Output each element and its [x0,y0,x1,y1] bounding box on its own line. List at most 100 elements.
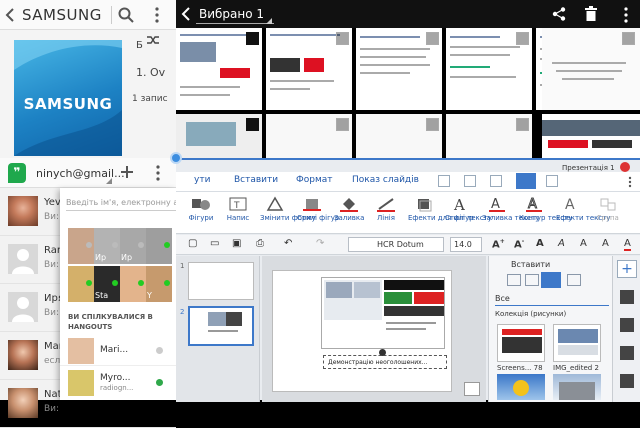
toolbar-mode-icon[interactable] [490,175,502,187]
shuffle-icon[interactable] [146,34,160,46]
slide-thumbnail[interactable] [188,262,254,300]
checkbox[interactable] [516,32,529,45]
slide-editing-canvas[interactable]: Демонстрацію неоголошених... [262,256,486,402]
toolbar-mode-icon-active[interactable] [516,173,536,189]
ribbon-button-textbox[interactable]: T Напис [223,196,253,222]
save-icon[interactable]: ▣ [232,238,241,249]
text-box-selected[interactable]: Демонстрацію неоголошених... [323,355,447,369]
slide-thumbnail-selected[interactable] [188,306,254,346]
ribbon-button-text-outline[interactable]: A Контур тексту [519,196,572,223]
checkbox[interactable] [426,118,439,131]
italic-text-icon[interactable]: A [558,238,565,249]
menu-tools[interactable]: ути [194,175,210,185]
contact-tile[interactable] [68,228,94,264]
ribbon-button-edit-shape[interactable]: Змінити форму [260,196,316,222]
track-title[interactable]: 1. Ov [136,66,165,79]
contact-tile[interactable]: Ир [120,228,146,264]
gallery-thumbnail[interactable] [542,28,640,110]
more-options-icon[interactable] [623,7,629,23]
comment-panel-icon[interactable] [620,374,634,388]
gallery-thumbnail[interactable] [266,28,352,110]
ribbon-button-text-style[interactable]: A Стилі тексту [445,196,492,222]
contact-tile[interactable] [68,266,94,302]
add-icon[interactable]: + [617,260,637,278]
font-name-select[interactable]: HCR Dotum [348,237,444,252]
ribbon-button-shape-effects[interactable]: Ефекти для фігур [408,196,474,222]
gallery-thumbnail[interactable] [176,114,262,158]
gallery-thumbnail[interactable] [542,114,640,158]
checkbox[interactable] [622,32,635,45]
toolbar-mode-icon[interactable] [464,175,476,187]
gallery-thumbnail[interactable] [446,114,532,158]
selection-dropdown[interactable]: Вибрано 1 [196,4,274,24]
toolbar-mode-icon[interactable] [438,175,450,187]
share-icon[interactable] [552,7,566,21]
open-folder-icon[interactable]: ▭ [210,238,219,249]
checkbox[interactable] [426,32,439,45]
decrease-font-icon[interactable]: A- [514,238,524,250]
more-options-icon[interactable] [154,7,160,23]
undo-icon[interactable]: ↶ [284,238,292,249]
ribbon-button-text-fill[interactable]: A Заливка тексту [482,196,539,222]
close-doc-icon[interactable] [620,162,630,172]
split-view-handle[interactable] [170,152,182,164]
ribbon-button-group[interactable]: Група [593,196,623,222]
gallery-thumbnail[interactable] [266,114,352,158]
toolbar-mode-icon[interactable] [546,175,558,187]
selected-checkbox[interactable] [246,118,259,131]
back-chevron-icon[interactable] [4,8,16,22]
format-panel-icon[interactable] [620,290,634,304]
panel-tab-table[interactable] [507,274,521,286]
panel-tab-chart[interactable] [525,274,539,286]
gallery-thumbnail[interactable] [356,114,442,158]
add-icon[interactable] [120,165,134,179]
checkbox[interactable] [336,32,349,45]
new-doc-icon[interactable]: ▢ [188,238,197,249]
gallery-thumbnail[interactable] [446,28,532,110]
image-thumbnail[interactable] [497,324,545,362]
insert-panel-icon[interactable] [620,318,634,332]
font-color-icon[interactable]: A [624,238,631,251]
gallery-thumbnail[interactable] [356,28,442,110]
outline-text-icon[interactable]: A [580,238,587,249]
menu-format[interactable]: Формат [296,175,333,185]
ribbon-button-text-effects[interactable]: A Ефекти тексту [556,196,610,222]
recent-contact-item[interactable]: Myro... radiogn... [60,368,176,398]
checkbox[interactable] [516,118,529,131]
rotate-handle-icon[interactable] [379,349,386,356]
search-icon[interactable] [118,7,134,23]
checkbox[interactable] [336,118,349,131]
shadow-text-icon[interactable]: A [602,238,609,249]
print-icon[interactable]: ⎙ [256,238,264,249]
ribbon-button-line[interactable]: Лінія [371,196,401,222]
ribbon-button-shapes[interactable]: Фігури [186,196,216,222]
image-thumbnail[interactable] [553,324,601,362]
back-chevron-icon[interactable] [180,7,192,21]
slide[interactable]: Демонстрацію неоголошених... [272,270,452,392]
contact-search-input[interactable]: Введіть ім'я, електронну адрес [66,198,176,211]
contact-tile[interactable] [120,266,146,302]
contact-tile[interactable] [146,228,172,264]
image-thumbnail[interactable] [497,374,545,400]
menu-slideshow[interactable]: Показ слайдів [352,175,419,185]
image-thumbnail[interactable] [553,374,601,400]
recent-contact-item[interactable]: Mari... [60,336,176,366]
panel-tab-image-active[interactable] [541,272,561,288]
contact-tile[interactable]: Sta [94,266,120,302]
more-options-icon[interactable] [155,165,161,181]
bold-text-icon[interactable]: A [536,238,544,249]
panel-tab-shape[interactable] [567,274,581,286]
selected-checkbox[interactable] [246,32,259,45]
layout-panel-icon[interactable] [620,346,634,360]
filter-select[interactable]: Все [495,294,609,306]
increase-font-icon[interactable]: A+ [492,238,505,250]
ribbon-button-fill[interactable]: Заливка [334,196,364,222]
gallery-thumbnail[interactable] [176,28,262,110]
slide-image[interactable] [321,277,445,349]
redo-icon[interactable]: ↷ [316,238,324,249]
menu-insert[interactable]: Вставити [234,175,278,185]
notes-toggle-icon[interactable] [464,382,480,396]
contact-tile[interactable]: Ир [94,228,120,264]
album-art[interactable]: SAMSUNG [14,40,122,156]
font-size-select[interactable]: 14.0 [450,237,482,252]
